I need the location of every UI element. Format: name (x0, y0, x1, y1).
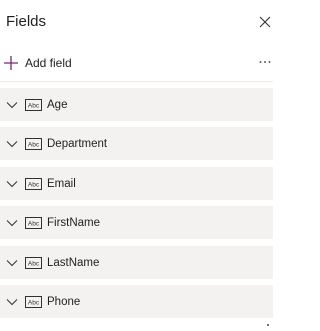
text-abc-icon: Abc (25, 295, 42, 308)
plus-icon (4, 56, 18, 70)
more-options-button[interactable] (258, 55, 272, 69)
svg-text:Abc: Abc (28, 141, 40, 148)
field-row-firstname[interactable]: Abc FirstName (0, 206, 273, 239)
add-field-button[interactable]: Add field (3, 53, 72, 73)
field-row-lastname[interactable]: Abc LastName (0, 246, 273, 279)
svg-text:Abc: Abc (28, 260, 40, 267)
chevron-down-icon (6, 298, 18, 305)
text-abc-icon: Abc (25, 137, 42, 150)
field-label: FirstName (47, 216, 101, 229)
field-label: Age (47, 98, 68, 111)
panel-header: Fields (0, 0, 273, 42)
add-field-label: Add field (25, 56, 72, 70)
field-row-phone[interactable]: Abc Phone (0, 285, 273, 318)
field-label: Phone (47, 295, 81, 308)
text-abc-icon: Abc (25, 216, 42, 229)
text-abc-icon: Abc (25, 177, 42, 190)
svg-text:Abc: Abc (28, 102, 40, 109)
chevron-down-icon (6, 259, 18, 266)
panel-title: Fields (6, 13, 47, 30)
text-abc-icon: Abc (25, 98, 42, 111)
field-label: Department (47, 137, 108, 150)
close-button[interactable] (257, 14, 273, 30)
field-label: LastName (47, 256, 100, 269)
svg-text:Abc: Abc (28, 299, 40, 306)
svg-text:Abc: Abc (28, 220, 40, 227)
svg-text:Abc: Abc (28, 181, 40, 188)
chevron-down-icon (6, 101, 18, 108)
field-row-age[interactable]: Abc Age (0, 88, 273, 121)
chevron-down-icon (6, 219, 18, 226)
chevron-down-icon (6, 180, 18, 187)
more-horizontal-icon (259, 61, 271, 63)
toolbar-divider (0, 81, 273, 82)
fields-panel: Fields Add field Abc Age Abc Department … (0, 0, 273, 331)
field-label: Email (47, 177, 76, 190)
resize-dot (267, 324, 269, 326)
close-icon (259, 16, 271, 28)
field-row-department[interactable]: Abc Department (0, 127, 273, 160)
field-row-email[interactable]: Abc Email (0, 167, 273, 200)
fields-toolbar: Add field (0, 52, 273, 74)
chevron-down-icon (6, 140, 18, 147)
text-abc-icon: Abc (25, 256, 42, 269)
